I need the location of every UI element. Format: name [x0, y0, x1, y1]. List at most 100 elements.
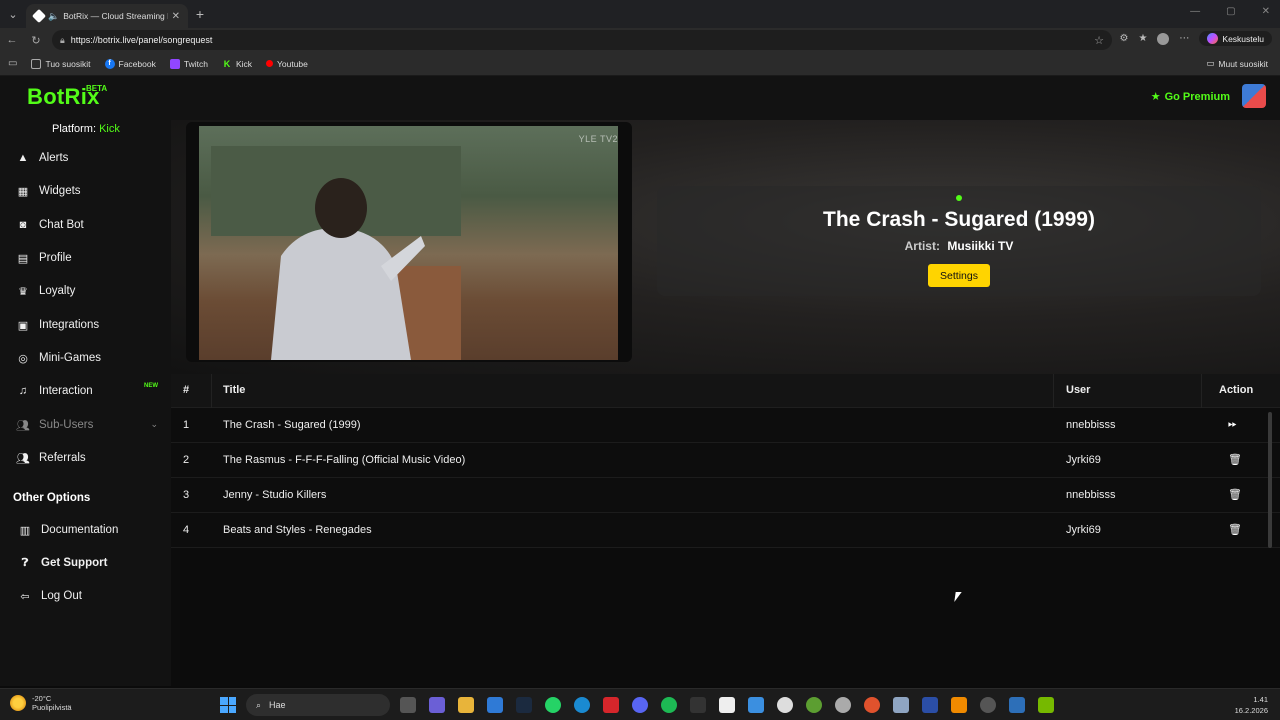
table-row: 2 The Rasmus - F-F-F-Falling (Official M…	[171, 443, 1280, 478]
sidebar-item-mini-games[interactable]: ◎ Mini-Games	[16, 348, 166, 368]
profile-avatar-icon[interactable]	[1157, 32, 1170, 45]
speaker-icon[interactable]: 🔈	[48, 11, 59, 22]
back-icon[interactable]: ←	[0, 34, 24, 46]
row-number: 3	[183, 489, 190, 501]
address-bar-row: ← ↻ 🔒︎ https://botrix.live/panel/songreq…	[0, 28, 1280, 52]
header-user[interactable]: User	[1066, 384, 1090, 396]
trash-icon[interactable]: 🗑︎	[1228, 488, 1242, 501]
teams-icon[interactable]	[429, 697, 445, 713]
xbox-icon[interactable]	[806, 697, 822, 713]
sidebar-item-documentation[interactable]: ▥ Documentation	[18, 520, 168, 540]
settings-gear-icon[interactable]	[777, 697, 793, 713]
taskbar-apps	[400, 697, 1054, 713]
edge-icon[interactable]	[574, 697, 590, 713]
nvidia-icon[interactable]	[1038, 697, 1054, 713]
lock-icon[interactable]: 🔒︎	[60, 35, 65, 46]
warning-icon: ▲	[17, 152, 29, 164]
users-icon: 👥︎	[16, 419, 30, 432]
close-window-icon[interactable]: ✕	[1262, 6, 1270, 17]
bookmark-twitch[interactable]: Twitch	[169, 58, 208, 69]
vlc-icon[interactable]	[951, 697, 967, 713]
store-icon[interactable]	[487, 697, 503, 713]
twitch-icon	[169, 58, 180, 69]
windows-start-icon[interactable]	[220, 697, 236, 713]
trash-icon[interactable]: 🗑︎	[1228, 453, 1242, 466]
mail-icon[interactable]	[748, 697, 764, 713]
discord-icon[interactable]	[632, 697, 648, 713]
row-user: Jyrki69	[1066, 524, 1101, 536]
app-g-icon[interactable]	[690, 697, 706, 713]
sidebar-item-get-support[interactable]: ❓︎ Get Support	[18, 553, 168, 573]
spotify-icon[interactable]	[661, 697, 677, 713]
new-tab-button[interactable]: +	[188, 6, 212, 22]
sidebar-item-profile[interactable]: ▤ Profile	[16, 248, 166, 268]
question-icon: ❓︎	[21, 556, 29, 569]
referrals-icon: 👥︎	[16, 452, 30, 465]
artist-value: Musiikki TV	[947, 239, 1014, 253]
taskbar-clock[interactable]: 1.41 16.2.2026	[1235, 694, 1268, 716]
task-view-icon[interactable]	[400, 697, 416, 713]
app-window-icon[interactable]	[1009, 697, 1025, 713]
sidebar-item-integrations[interactable]: ▣ Integrations	[16, 315, 166, 335]
app-grey-icon[interactable]	[980, 697, 996, 713]
sidebar-item-sub-users[interactable]: 👥︎ Sub-Users ⌄	[16, 415, 166, 435]
system-settings-icon[interactable]	[893, 697, 909, 713]
sidebar-item-widgets[interactable]: ▦ Widgets	[16, 181, 166, 201]
bookmark-import[interactable]: Tuo suosikit	[31, 58, 91, 69]
more-menu-icon[interactable]: ⋯	[1179, 33, 1189, 44]
url-field[interactable]: 🔒︎ https://botrix.live/panel/songrequest…	[52, 30, 1112, 50]
windows-taskbar: -20°C Puolipilvistä ⌕ Hae 1.41 16.2.2026	[0, 688, 1280, 720]
go-premium-button[interactable]: ★ Go Premium	[1151, 90, 1230, 104]
notepad-icon[interactable]	[719, 697, 735, 713]
sidebar-item-interaction[interactable]: ♫ Interaction NEW	[16, 381, 166, 401]
minimize-icon[interactable]: —	[1190, 6, 1200, 17]
table-scrollbar[interactable]	[1268, 412, 1272, 548]
extensions-icon[interactable]: ⚙	[1119, 33, 1128, 44]
bookmark-facebook[interactable]: f Facebook	[104, 58, 156, 69]
bookmark-kick[interactable]: K Kick	[222, 59, 252, 69]
sidebar-item-label: Alerts	[39, 152, 69, 164]
beta-badge: BETA	[86, 84, 108, 93]
obs-icon[interactable]	[835, 697, 851, 713]
clock-date: 16.2.2026	[1234, 706, 1268, 715]
app-blue-icon[interactable]	[922, 697, 938, 713]
app-l-icon[interactable]	[603, 697, 619, 713]
bookmark-label: Youtube	[277, 58, 308, 69]
browser-tab[interactable]: 🔈 BotRix — Cloud Streaming Bot ✕	[26, 4, 188, 28]
weather-widget[interactable]: -20°C Puolipilvistä	[10, 694, 72, 712]
favorite-star-icon[interactable]: ☆	[1094, 34, 1104, 47]
favorites-icon[interactable]: ★	[1138, 33, 1147, 44]
refresh-icon[interactable]: ↻	[24, 34, 48, 47]
chevron-down-icon[interactable]: ⌄	[150, 419, 158, 430]
skip-icon[interactable]: ⏩︎	[1228, 418, 1237, 431]
search-icon: ⌕	[256, 699, 262, 710]
sidebar-item-label: Mini-Games	[39, 352, 101, 364]
sidebar-item-referrals[interactable]: 👥︎ Referrals	[16, 448, 166, 468]
file-explorer-icon[interactable]	[458, 697, 474, 713]
video-scene-image	[211, 146, 461, 360]
copilot-button[interactable]: Keskustelu	[1199, 31, 1272, 46]
app-orange-icon[interactable]	[864, 697, 880, 713]
url-text: https://botrix.live/panel/songrequest	[70, 35, 213, 45]
whatsapp-icon[interactable]	[545, 697, 561, 713]
video-player[interactable]: YLE TV2	[186, 122, 632, 362]
sidebar-toggle-icon[interactable]: ▭	[8, 58, 17, 69]
table-row: 4 Beats and Styles - Renegades Jyrki69 🗑…	[171, 513, 1280, 548]
restore-icon[interactable]: ▢	[1226, 6, 1235, 17]
other-bookmarks[interactable]: ▭ Muut suosikit	[1206, 58, 1268, 69]
close-tab-icon[interactable]: ✕	[172, 11, 180, 22]
steam-icon[interactable]	[516, 697, 532, 713]
bookmark-youtube[interactable]: Youtube	[266, 59, 308, 69]
trash-icon[interactable]: 🗑︎	[1228, 523, 1242, 536]
settings-button[interactable]: Settings	[928, 264, 990, 287]
sidebar-item-label: Interaction	[39, 385, 93, 397]
sidebar-item-loyalty[interactable]: ♛ Loyalty	[16, 281, 166, 301]
user-avatar[interactable]	[1242, 84, 1266, 108]
header-title[interactable]: Title	[223, 384, 245, 396]
sidebar-item-log-out[interactable]: ⇦ Log Out	[18, 586, 168, 606]
tab-actions-icon[interactable]: ⌄	[0, 0, 26, 28]
sidebar-item-chat-bot[interactable]: ◙ Chat Bot	[16, 215, 166, 235]
bookmark-label: Facebook	[118, 58, 156, 69]
sidebar-item-alerts[interactable]: ▲ Alerts	[16, 148, 166, 168]
taskbar-search-input[interactable]: ⌕ Hae	[246, 694, 390, 716]
